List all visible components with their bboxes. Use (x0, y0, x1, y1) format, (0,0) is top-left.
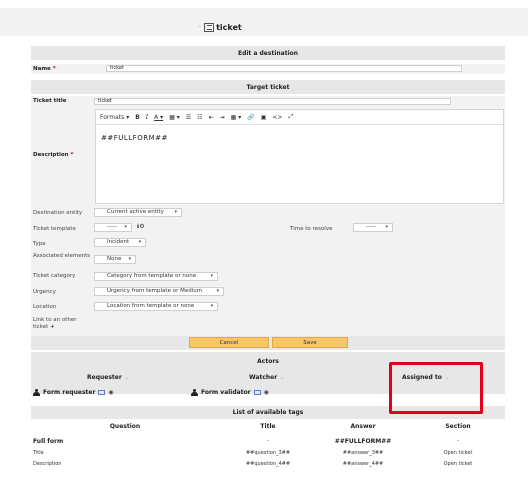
associated-elements-select[interactable]: None ▾ (94, 255, 136, 264)
requester-name: Form requester (43, 389, 96, 396)
target-ticket-header: Target ticket (31, 80, 505, 94)
formats-dropdown[interactable]: Formats ▾ (100, 114, 129, 121)
ticket-title-label: Ticket title (33, 98, 67, 104)
save-button[interactable]: Save (272, 337, 348, 348)
editor-content[interactable]: ##FULLFORM## (96, 125, 503, 151)
page-tab: » ticket ·· (195, 21, 244, 33)
time-to-resolve-select[interactable]: ----- ▾ (353, 223, 393, 232)
user-icon (33, 389, 40, 396)
watcher-actor: Form validator ◉ (191, 389, 269, 396)
assigned-to-highlight (389, 362, 483, 414)
name-label: Name * (33, 66, 56, 72)
table-icon[interactable]: ▦ ▾ (231, 114, 242, 121)
description-label: Description * (33, 152, 74, 158)
eye-icon[interactable]: ◉ (108, 389, 113, 396)
description-editor[interactable]: Formats ▾ B I A ▾ ▦ ▾ ☰ ☷ ⇤ ⇥ ▦ ▾ 🔗 ▣ <>… (95, 109, 504, 204)
top-bar (0, 8, 528, 36)
bold-button[interactable]: B (135, 114, 140, 121)
indent-icon[interactable]: ⇥ (220, 114, 225, 121)
watcher-header: Watcher ⌄ (249, 374, 285, 381)
text-color-button[interactable]: A ▾ (154, 114, 163, 121)
section-title: Edit a destination (237, 49, 299, 57)
location-label: Location (33, 304, 57, 310)
add-link-icon[interactable]: + (50, 324, 55, 330)
user-icon (191, 389, 198, 396)
column-header-answer: Answer (350, 423, 376, 430)
link-ticket-label: Link to an other ticket + (33, 317, 77, 330)
location-select[interactable]: Location from template or none ▾ (94, 302, 218, 311)
mail-icon[interactable] (98, 390, 106, 395)
italic-button[interactable]: I (146, 114, 148, 121)
edit-destination-header: Edit a destination (31, 46, 505, 60)
code-icon[interactable]: <> (272, 114, 282, 121)
bullet-list-icon[interactable]: ☰ (186, 114, 191, 121)
associated-elements-label: Associated elements (33, 253, 91, 259)
link-ticket-row (31, 315, 505, 336)
ticket-title-row: Ticket title ticket (31, 96, 505, 107)
form-icon (204, 22, 215, 32)
watcher-toggle-icon[interactable]: ⌄ (280, 375, 284, 381)
column-header-title: Title (260, 423, 276, 430)
name-input[interactable]: ticket (106, 65, 462, 72)
section-title: Actors (257, 358, 279, 365)
background-color-button[interactable]: ▦ ▾ (169, 114, 180, 121)
numbered-list-icon[interactable]: ☷ (197, 114, 202, 121)
image-icon[interactable]: ▣ (261, 114, 267, 121)
requester-header: Requester ⌄ (87, 374, 129, 381)
requester-toggle-icon[interactable]: ⌄ (125, 375, 129, 381)
ticket-category-select[interactable]: Category from template or none ▾ (94, 272, 218, 281)
tab-suffix: ·· (241, 24, 245, 30)
destination-entity-select[interactable]: Current active entity ▾ (94, 208, 182, 217)
ticket-title-input[interactable]: ticket (94, 98, 451, 105)
fullscreen-icon[interactable]: ⤢ (288, 113, 293, 121)
name-row: Name * ticket (31, 64, 505, 74)
column-header-section: Section (445, 423, 471, 430)
tab-prefix: » (198, 24, 202, 30)
type-label: Type (33, 241, 46, 247)
urgency-label: Urgency (33, 289, 56, 295)
outdent-icon[interactable]: ⇤ (209, 114, 214, 121)
section-title: Target ticket (246, 83, 290, 91)
ticket-category-label: Ticket category (33, 273, 76, 279)
tab-title[interactable]: ticket (216, 23, 242, 32)
watcher-name: Form validator (201, 389, 251, 396)
column-header-question: Question (109, 423, 141, 430)
destination-entity-label: Destination entity (33, 210, 83, 216)
mail-icon[interactable] (253, 390, 261, 395)
urgency-select[interactable]: Urgency from template or Medium ▾ (94, 287, 224, 296)
cancel-button[interactable]: Cancel (189, 337, 269, 348)
section-title: List of available tags (232, 409, 304, 416)
editor-toolbar: Formats ▾ B I A ▾ ▦ ▾ ☰ ☷ ⇤ ⇥ ▦ ▾ 🔗 ▣ <>… (96, 110, 503, 125)
type-select[interactable]: Incident ▾ (94, 238, 146, 247)
info-icon[interactable]: ℹ⚙ (137, 223, 145, 230)
ticket-template-select[interactable]: ----- ▾ (94, 223, 132, 232)
requester-actor: Form requester ◉ (33, 389, 114, 396)
link-icon[interactable]: 🔗 (247, 114, 254, 121)
ticket-template-label: Ticket template (33, 226, 76, 232)
eye-icon[interactable]: ◉ (264, 389, 269, 396)
